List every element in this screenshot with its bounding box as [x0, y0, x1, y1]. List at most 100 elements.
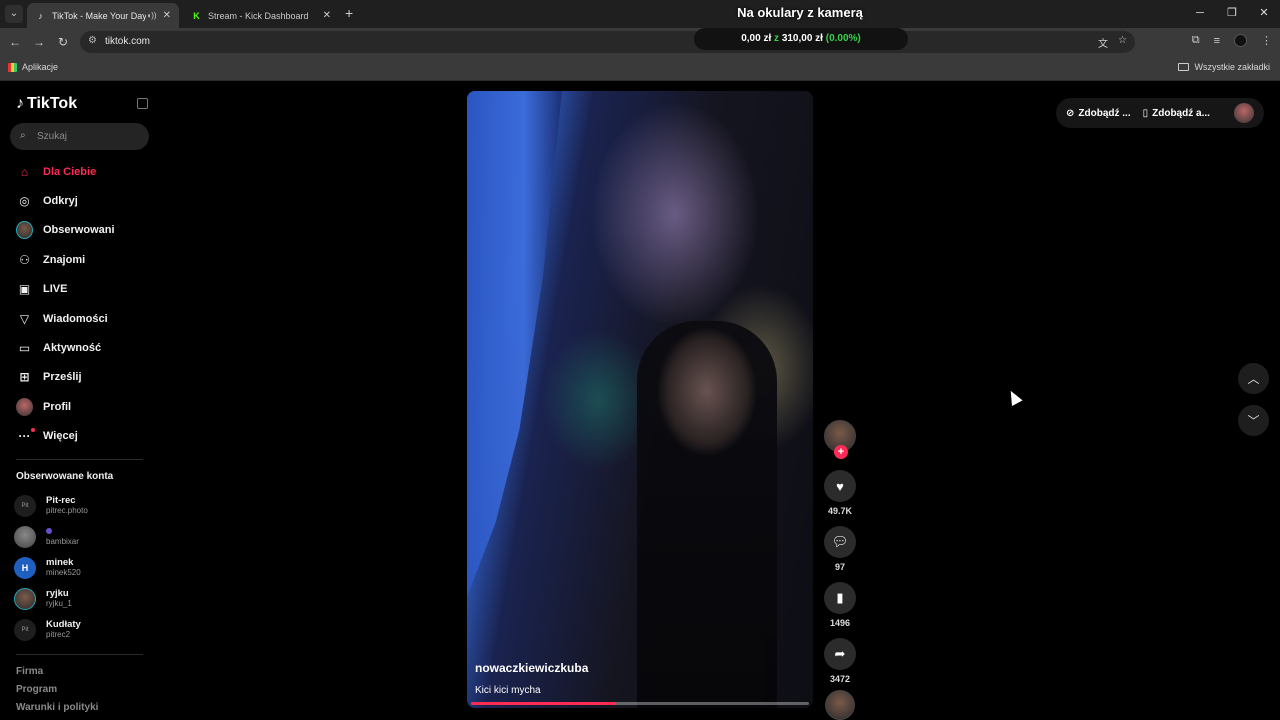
site-info-icon[interactable]: ⚙	[88, 35, 97, 46]
phone-icon: ▯	[1142, 107, 1149, 119]
activity-icon: ▭	[18, 341, 31, 356]
search-input[interactable]	[37, 128, 137, 144]
audio-icon[interactable]: ◖))	[146, 11, 156, 20]
like-action[interactable]: ♥ 49.7K	[821, 470, 859, 518]
footer-link-company[interactable]: Firma	[16, 666, 98, 684]
get-app-button[interactable]: ▯ Zdobądź a...	[1143, 108, 1210, 119]
sidebar-item-explore[interactable]: ◎ Odkryj	[0, 186, 150, 215]
sidebar-item-for-you[interactable]: ⌂ Dla Ciebie	[0, 157, 150, 186]
video-caption: Kici kici mycha	[475, 685, 541, 696]
following-account[interactable]: ryjku ryjku_1	[14, 583, 154, 614]
back-icon[interactable]: ←	[7, 34, 23, 50]
tab-kick[interactable]: K Stream - Kick Dashboard ✕	[183, 3, 339, 28]
goal-target: 310,00 zł	[781, 33, 823, 44]
video-author[interactable]: nowaczkiewiczkuba	[475, 661, 588, 675]
creator-avatar[interactable]: +	[824, 420, 856, 459]
sidebar-item-label: Dla Ciebie	[43, 165, 97, 178]
forward-icon[interactable]: →	[31, 34, 47, 50]
share-icon[interactable]: ➦	[824, 638, 856, 670]
heart-icon[interactable]: ♥	[824, 470, 856, 502]
new-tab-button[interactable]: +	[345, 6, 353, 20]
sidebar-item-label: Obserwowani	[43, 224, 115, 237]
account-avatar: H	[14, 556, 36, 579]
user-avatar[interactable]	[1234, 103, 1254, 123]
sidebar-item-live[interactable]: ▣ LIVE	[0, 275, 150, 304]
menu-icon[interactable]: ⋮	[1261, 34, 1272, 47]
more-icon: ···	[16, 427, 35, 445]
people-icon: ⚇	[19, 252, 30, 267]
sidebar-item-activity[interactable]: ▭ Aktywność	[0, 333, 150, 362]
following-account[interactable]: Pit Kudłaty pitrec2	[14, 614, 154, 645]
previous-video-button[interactable]: ︿	[1238, 363, 1269, 394]
save-action[interactable]: ▮ 1496	[821, 582, 859, 630]
video-player[interactable]: nowaczkiewiczkuba Kici kici mycha	[467, 91, 813, 708]
divider	[16, 459, 143, 460]
sidebar-item-messages[interactable]: ▽ Wiadomości	[0, 304, 150, 333]
sidebar-item-label: Wiadomości	[43, 312, 108, 325]
bookmarks-bar: Aplikacje Wszystkie zakładki	[0, 56, 1280, 81]
minimize-icon[interactable]: ─	[1184, 0, 1216, 28]
sidebar-item-following[interactable]: Obserwowani	[0, 216, 150, 245]
sidebar-item-label: Prześlij	[43, 371, 82, 384]
sidebar-item-profile[interactable]: Profil	[0, 392, 150, 421]
account-handle: minek520	[46, 568, 81, 577]
get-coins-button[interactable]: ⊘ Zdobądź ...	[1066, 108, 1131, 119]
bookmark-star-icon[interactable]: ☆	[1118, 35, 1127, 50]
following-account[interactable]: H minek minek520	[14, 552, 154, 583]
comment-action[interactable]: 💬︎ 97	[821, 526, 859, 574]
bookmark-icon[interactable]: ▮	[824, 582, 856, 614]
following-account[interactable]: Pit Pit-rec pitrec.photo	[14, 490, 154, 521]
avatar-icon	[16, 221, 33, 240]
tiktok-logo[interactable]: ♪ TikTok	[16, 95, 77, 113]
reload-icon[interactable]: ↻	[55, 34, 71, 50]
footer-link-terms[interactable]: Warunki i polityki	[16, 702, 98, 720]
tab-close-icon[interactable]: ✕	[163, 10, 171, 21]
collapse-sidebar-icon[interactable]	[137, 98, 148, 109]
tab-close-icon[interactable]: ✕	[323, 10, 331, 21]
like-count: 49.7K	[827, 506, 853, 516]
follow-plus-icon[interactable]: +	[834, 445, 848, 459]
sidebar-item-friends[interactable]: ⚇ Znajomi	[0, 245, 150, 274]
save-count: 1496	[829, 618, 851, 628]
profile-avatar	[16, 397, 33, 416]
sidebar-item-label: Aktywność	[43, 342, 102, 355]
account-name: ryjku	[46, 588, 69, 599]
tab-search-button[interactable]: ⌄	[5, 5, 23, 23]
share-count: 3472	[829, 674, 851, 684]
sidebar-item-upload[interactable]: ⊞ Prześlij	[0, 363, 150, 392]
tab-title: TikTok - Make Your Day	[52, 10, 147, 21]
all-bookmarks[interactable]: Wszystkie zakładki	[1178, 62, 1270, 72]
compass-icon: ◎	[19, 194, 30, 209]
video-progress-fill	[471, 702, 617, 705]
account-avatar	[14, 525, 36, 548]
extensions-icon[interactable]: ⧉	[1192, 34, 1200, 47]
media-icon[interactable]: ≡	[1214, 35, 1220, 47]
sound-avatar[interactable]	[825, 690, 855, 720]
account-name: Kudłaty	[46, 619, 81, 630]
account-name	[46, 528, 52, 534]
tiktok-favicon-icon: ♪	[38, 10, 43, 21]
footer-link-program[interactable]: Program	[16, 684, 98, 702]
video-frame-curtain	[467, 91, 562, 597]
next-video-button[interactable]: ﹀	[1238, 405, 1269, 436]
bookmark-apps[interactable]: Aplikacje	[8, 62, 58, 72]
following-account[interactable]: bambixar	[14, 521, 154, 552]
share-action[interactable]: ➦ 3472	[821, 638, 859, 686]
search-box[interactable]: ⌕	[10, 123, 149, 150]
restore-icon[interactable]: ❐	[1216, 0, 1248, 28]
sidebar-item-label: Profil	[43, 400, 72, 413]
profile-avatar[interactable]	[1234, 34, 1247, 47]
tiktok-page: ♪ TikTok ⌕ ⌂ Dla Ciebie ◎ Odkryj Obserwo…	[0, 81, 1280, 720]
close-window-icon[interactable]: ✕	[1248, 0, 1280, 28]
sidebar-item-more[interactable]: ··· Więcej	[0, 422, 150, 451]
tab-tiktok[interactable]: ♪ TikTok - Make Your Day ◖)) ✕	[27, 3, 179, 28]
sidebar-item-label: Więcej	[43, 430, 78, 443]
video-progress-bar[interactable]	[471, 702, 809, 705]
address-bar[interactable]: ⚙ tiktok.com 文 ☆	[80, 31, 1135, 53]
translate-icon[interactable]: 文	[1098, 35, 1108, 50]
sidebar-item-label: LIVE	[43, 283, 68, 296]
account-handle: ryjku_1	[46, 599, 72, 608]
kick-favicon-icon: K	[193, 10, 200, 21]
account-avatar: Pit	[14, 494, 36, 517]
comment-icon[interactable]: 💬︎	[824, 526, 856, 558]
